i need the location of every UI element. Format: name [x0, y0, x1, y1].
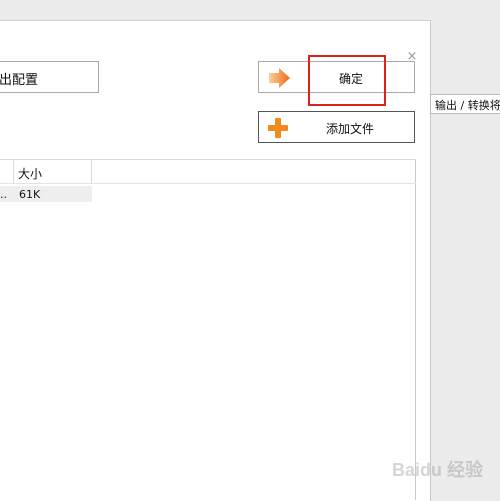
watermark-text: Baidu 经验	[392, 460, 484, 480]
ok-button-label: 确定	[339, 72, 364, 86]
row-size-cell: 61K	[14, 186, 92, 202]
column-header-name[interactable]	[0, 160, 14, 184]
orange-plus-icon	[268, 118, 288, 138]
output-config-label: 出配置	[0, 73, 39, 88]
orange-arrow-icon	[269, 68, 290, 88]
row-name-cell: ..	[0, 186, 14, 202]
output-config-button[interactable]: 出配置	[0, 61, 99, 93]
column-header-size[interactable]: 大小	[14, 160, 92, 184]
ok-button[interactable]: 确定	[258, 61, 415, 93]
file-list[interactable]: 大小 .. 61K	[0, 159, 416, 500]
column-header-filler	[92, 160, 416, 184]
tooltip-text: 输出 / 转换将	[435, 99, 500, 112]
add-file-button-label: 添加文件	[326, 122, 375, 136]
column-header-size-label: 大小	[18, 167, 43, 181]
add-file-button[interactable]: 添加文件	[258, 111, 415, 143]
watermark-logo: Baidu 经验	[378, 452, 498, 482]
tooltip: 输出 / 转换将	[430, 94, 500, 114]
